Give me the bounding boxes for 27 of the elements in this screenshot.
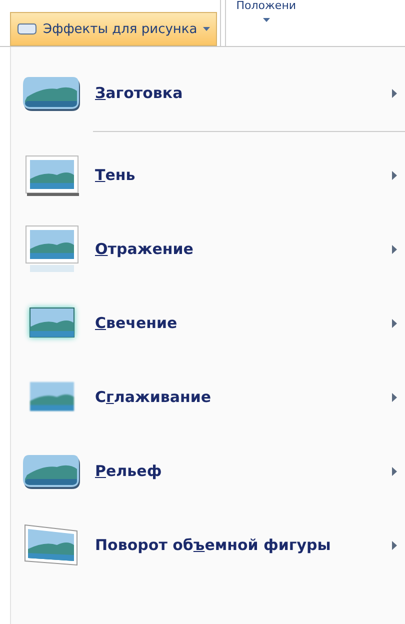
caret-icon [262, 18, 270, 22]
menu-item-label: Поворот объемной фигуры [95, 536, 332, 554]
menu-item-label: Рельеф [95, 462, 163, 480]
menu-item[interactable]: Рельеф [11, 434, 405, 508]
menu-item[interactable]: Сглаживание [11, 360, 405, 434]
submenu-arrow-icon [392, 540, 397, 550]
menu-item[interactable]: Заготовка [11, 55, 405, 131]
menu-item[interactable]: Свечение [11, 286, 405, 360]
menu-item[interactable]: Поворот объемной фигуры [11, 508, 405, 582]
picture-icon [23, 153, 81, 197]
menu-item[interactable]: Тень [11, 138, 405, 212]
submenu-arrow-icon [392, 318, 397, 328]
submenu-arrow-icon [392, 244, 397, 254]
picture-effects-button[interactable]: Эффекты для рисунка [10, 12, 218, 46]
menu-item-label: Отражение [95, 240, 194, 258]
menu-item[interactable]: Отражение [11, 212, 405, 286]
submenu-arrow-icon [392, 392, 397, 402]
menu-item-label: Свечение [95, 314, 178, 332]
menu-item-label: Сглаживание [95, 388, 212, 406]
menu-item-label: Заготовка [95, 84, 184, 102]
picture-icon [23, 223, 81, 275]
submenu-arrow-icon [392, 170, 397, 180]
picture-effects-icon [17, 22, 37, 36]
submenu-arrow-icon [392, 88, 397, 98]
menu-item-label: Тень [95, 166, 136, 184]
caret-icon [203, 27, 210, 31]
submenu-arrow-icon [392, 466, 397, 476]
